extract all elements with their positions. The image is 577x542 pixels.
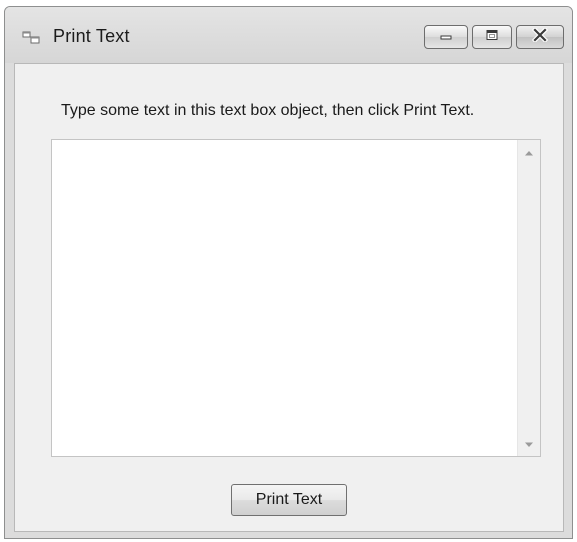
text-input[interactable] [52,140,518,456]
window-title: Print Text [53,26,130,46]
close-button[interactable] [516,25,564,49]
caption-buttons [424,25,564,49]
scroll-up-button[interactable] [518,142,540,162]
minimize-icon [438,28,454,46]
scroll-down-arrow-icon [524,435,534,453]
maximize-icon [485,28,499,46]
text-box[interactable] [51,139,541,457]
scroll-down-button[interactable] [518,434,540,454]
maximize-button[interactable] [472,25,512,49]
scroll-up-arrow-icon [524,143,534,161]
app-window-icon [22,29,40,45]
instruction-label: Type some text in this text box object, … [61,102,475,119]
form-client-area: Type some text in this text box object, … [14,63,564,532]
print-text-window: Print Text Type some text in this text b… [4,6,573,539]
vertical-scrollbar[interactable] [517,140,540,456]
title-bar[interactable]: Print Text [5,7,572,63]
close-icon [531,26,549,47]
minimize-button[interactable] [424,25,468,49]
print-text-button[interactable]: Print Text [231,484,347,516]
